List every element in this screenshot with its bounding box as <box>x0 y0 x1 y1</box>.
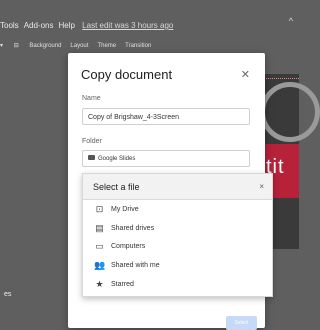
toolbar-background[interactable]: Background <box>29 43 61 49</box>
shared-with-me-icon: 👥 <box>94 260 106 270</box>
menu-tools[interactable]: Tools <box>0 21 19 30</box>
computers-icon: ▭ <box>95 241 104 251</box>
folder-icon <box>88 155 95 160</box>
picker-item-shared-with-me[interactable]: 👥 Shared with me <box>94 261 160 273</box>
name-input[interactable]: Copy of Brigshaw_4-3Screen <box>82 108 250 125</box>
menu-add-ons[interactable]: Add-ons <box>24 21 54 30</box>
speaker-notes-fragment: es <box>4 291 12 298</box>
last-edit-link[interactable]: Last edit was 3 hours ago <box>82 21 173 30</box>
star-icon: ★ <box>95 279 104 289</box>
close-icon[interactable]: ✕ <box>241 68 250 81</box>
toolbar-transition[interactable]: Transition <box>125 43 151 49</box>
add-comment-icon[interactable]: ⊟ <box>14 43 19 49</box>
dialog-title: Copy document <box>81 67 173 82</box>
shared-drives-icon: ▤ <box>95 223 104 233</box>
folder-label: Folder <box>82 138 102 145</box>
toolbar-theme[interactable]: Theme <box>97 43 116 49</box>
picker-item-my-drive[interactable]: ⊡ My Drive <box>94 205 139 217</box>
picker-item-computers[interactable]: ▭ Computers <box>94 242 145 254</box>
toolbar-more-icon[interactable]: ▾ <box>0 43 3 49</box>
menu-help[interactable]: Help <box>58 21 74 30</box>
folder-field[interactable]: Google Slides <box>82 150 250 167</box>
collapse-icon[interactable]: ^ <box>289 16 293 26</box>
close-icon[interactable]: × <box>259 182 264 191</box>
picker-header: Select a file × <box>83 174 272 200</box>
my-drive-icon: ⊡ <box>95 204 104 214</box>
select-file-panel: Select a file × ⊡ My Drive ▤ Shared drives… <box>82 173 273 297</box>
picker-title: Select a file <box>93 182 140 192</box>
toolbar-layout[interactable]: Layout <box>70 43 88 49</box>
menu-bar: Tools Add-ons Help Last edit was 3 hours a… <box>0 0 299 42</box>
picker-item-starred[interactable]: ★ Starred <box>94 280 134 292</box>
menu-row: Tools Add-ons Help Last edit was 3 hours a… <box>0 21 178 30</box>
name-label: Name <box>82 95 101 102</box>
folder-value: Google Slides <box>98 156 136 162</box>
picker-item-shared-drives[interactable]: ▤ Shared drives <box>94 224 154 236</box>
wheel-graphic <box>260 82 320 142</box>
